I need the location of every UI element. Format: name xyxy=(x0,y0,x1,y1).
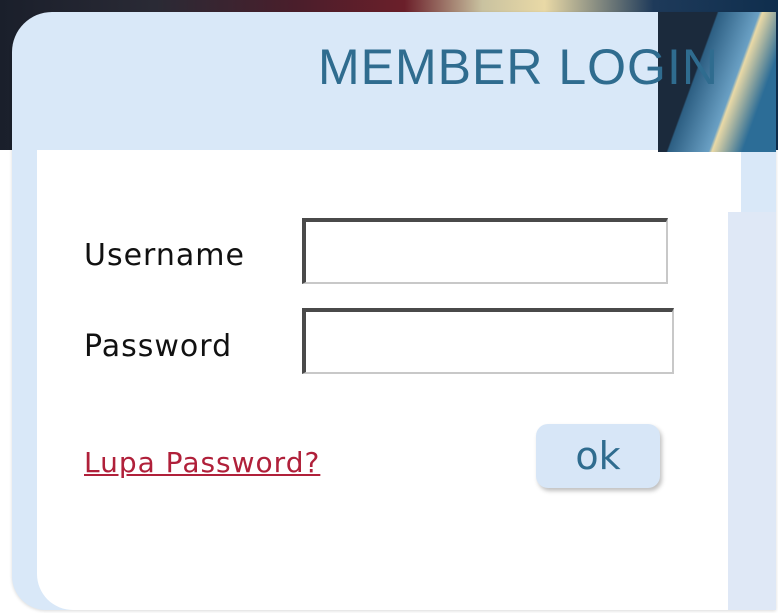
ok-button[interactable]: ok xyxy=(536,424,660,488)
forgot-password-link[interactable]: Lupa Password? xyxy=(84,446,320,479)
right-sidebar xyxy=(728,212,776,610)
password-label: Password xyxy=(84,329,233,364)
page-title: MEMBER LOGIN xyxy=(318,39,719,95)
password-input[interactable] xyxy=(302,308,674,374)
username-label: Username xyxy=(84,238,245,273)
username-input[interactable] xyxy=(302,218,668,284)
